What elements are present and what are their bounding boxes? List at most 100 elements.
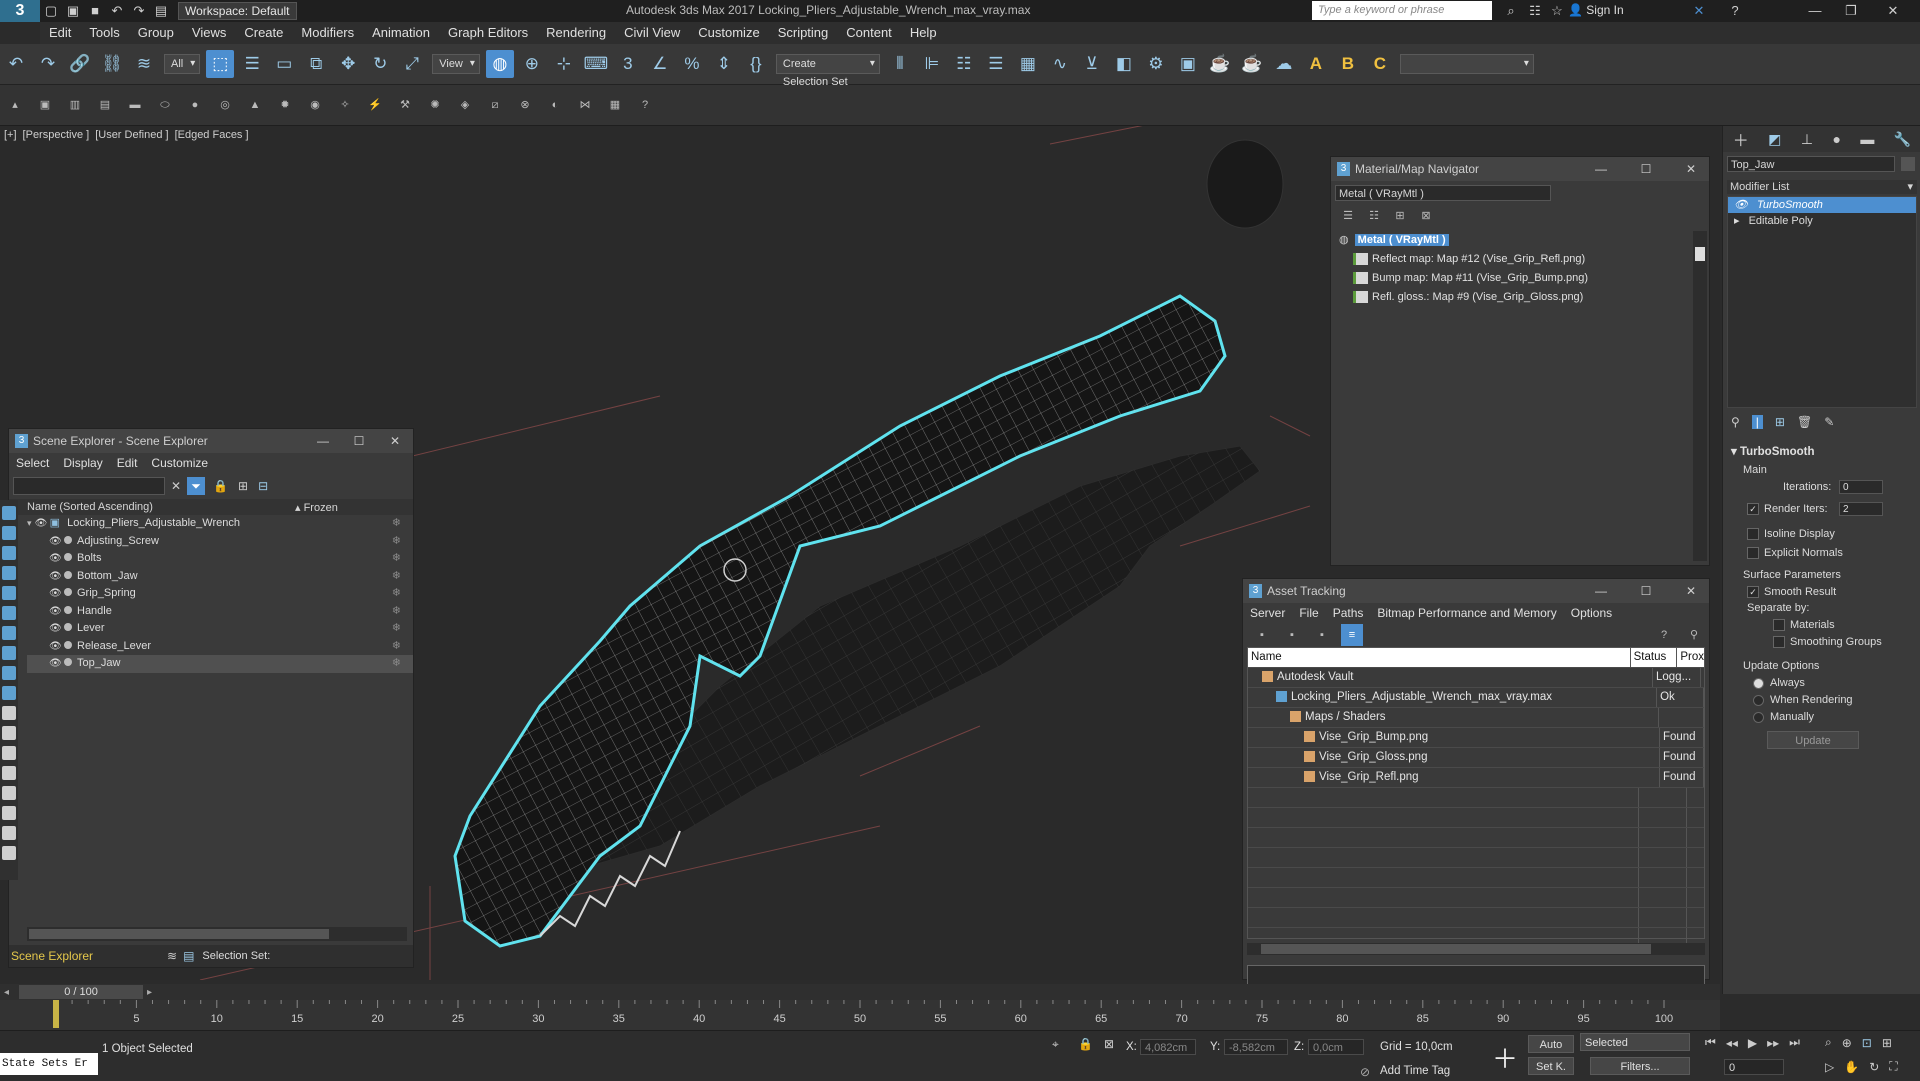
make-unique-icon[interactable]: ⊞ xyxy=(1775,415,1785,429)
asset-menu-bitmap-performance-and-memory[interactable]: Bitmap Performance and Memory xyxy=(1370,603,1563,623)
when-rendering-row[interactable]: When Rendering xyxy=(1753,694,1915,706)
zoom-extents-all-icon[interactable]: ⊞ xyxy=(1882,1036,1892,1050)
paths-icon[interactable]: ▪ xyxy=(1311,624,1333,646)
sphere-icon[interactable]: ● xyxy=(184,94,206,116)
place-icon[interactable]: ◍ xyxy=(485,50,514,78)
open-file-icon[interactable]: ▣ xyxy=(64,3,82,19)
layout-tab-icon[interactable] xyxy=(2,846,16,860)
asset-menu-options[interactable]: Options xyxy=(1564,603,1619,623)
explicit-normals-checkbox[interactable] xyxy=(1747,547,1759,560)
link-icon[interactable]: 🔗 xyxy=(66,50,94,78)
list-view-icon[interactable]: ≡ xyxy=(1341,624,1363,646)
freeze-icon[interactable]: ❄ xyxy=(392,603,401,620)
layout-tab-icon[interactable] xyxy=(2,786,16,800)
material-root-row[interactable]: ◍ Metal ( VRayMtl ) xyxy=(1339,231,1693,250)
menu-rendering[interactable]: Rendering xyxy=(537,22,615,44)
camera-icon[interactable]: ◉ xyxy=(304,94,326,116)
adjusting-screw-knob[interactable] xyxy=(1206,139,1284,229)
se-menu-customize[interactable]: Customize xyxy=(144,453,215,473)
freeze-icon[interactable]: ❄ xyxy=(392,620,401,637)
view-small-icons-icon[interactable]: ⊞ xyxy=(1389,205,1411,227)
prev-frame-icon[interactable]: ◂ xyxy=(4,987,9,998)
menu-content[interactable]: Content xyxy=(837,22,901,44)
set-key-button[interactable]: Set K. xyxy=(1528,1057,1574,1075)
visibility-eye-icon[interactable]: 👁 xyxy=(49,655,62,672)
menu-group[interactable]: Group xyxy=(129,22,183,44)
layout-tab-icon[interactable] xyxy=(2,806,16,820)
scene-explorer-toggle-icon[interactable]: ☷ xyxy=(950,50,978,78)
bind-spacewarp-icon[interactable]: ≋ xyxy=(130,50,158,78)
maximize-icon[interactable]: ☐ xyxy=(1628,579,1664,603)
layout-tab-icon[interactable] xyxy=(2,646,16,660)
close-icon[interactable]: ✕ xyxy=(377,429,413,453)
minimize-button[interactable]: — xyxy=(1800,2,1830,20)
layers-icon[interactable]: ≋ xyxy=(167,949,177,963)
curve-editor-icon[interactable]: ∿ xyxy=(1046,50,1074,78)
new-file-icon[interactable]: ▢ xyxy=(42,3,60,19)
freeze-icon[interactable]: ❄ xyxy=(392,515,401,532)
selection-set-icon[interactable]: ▤ xyxy=(183,949,194,963)
zoom-icon[interactable]: ⌕ xyxy=(1825,1035,1832,1050)
smooth-result-row[interactable]: ✓ Smooth Result xyxy=(1747,586,1915,599)
scene-item-row[interactable]: 👁 Top_Jaw ❄ xyxy=(27,655,413,673)
scrollbar-thumb[interactable] xyxy=(29,929,329,939)
save-file-icon[interactable]: ■ xyxy=(86,3,104,19)
manually-radio[interactable] xyxy=(1753,712,1764,724)
visibility-eye-icon[interactable]: 👁 xyxy=(49,568,62,585)
layout-tab-icon[interactable] xyxy=(2,686,16,700)
menu-edit[interactable]: Edit xyxy=(40,22,80,44)
asset-row[interactable]: Vise_Grip_Gloss.png Found xyxy=(1248,748,1704,768)
filter-icon[interactable]: ⏷ xyxy=(187,477,206,495)
file-icon[interactable]: ▪ xyxy=(1281,624,1303,646)
asset-menu-server[interactable]: Server xyxy=(1243,603,1292,623)
workspace-scene-dropdown[interactable] xyxy=(1399,54,1534,74)
redo-quick-icon[interactable]: ↷ xyxy=(130,3,148,19)
always-radio[interactable] xyxy=(1753,678,1764,690)
modifier-list-dropdown[interactable]: Modifier List ▾ xyxy=(1727,180,1917,194)
scene-item-row[interactable]: 👁 Adjusting_Screw ❄ xyxy=(27,533,413,551)
restore-button[interactable]: ❐ xyxy=(1836,2,1866,20)
track-bar[interactable]: 0510152025303540455055606570758085909510… xyxy=(0,1000,1720,1030)
header-status[interactable]: Status xyxy=(1631,648,1678,667)
update-button[interactable]: Update xyxy=(1767,731,1859,750)
se-menu-edit[interactable]: Edit xyxy=(110,453,145,473)
render-iters-spinner[interactable]: 2 xyxy=(1839,502,1883,516)
unlink-icon[interactable]: ⛓ xyxy=(98,50,126,78)
freeze-icon[interactable]: ❄ xyxy=(392,550,401,567)
window-crossing-icon[interactable]: ⧉ xyxy=(302,50,330,78)
y-coordinate-field[interactable]: -8,582cm xyxy=(1224,1039,1288,1055)
render-production-icon[interactable]: ☕ xyxy=(1206,50,1234,78)
object-name-field[interactable]: Top_Jaw xyxy=(1727,156,1895,172)
freeform-icon[interactable]: ▣ xyxy=(34,94,56,116)
layer-explorer-icon[interactable]: ☰ xyxy=(982,50,1010,78)
explorer-name-dropdown[interactable]: Scene Explorer xyxy=(11,949,161,963)
current-frame-field[interactable]: 0 xyxy=(1724,1059,1784,1075)
menu-graph-editors[interactable]: Graph Editors xyxy=(439,22,537,44)
ribbon-toggle-icon[interactable]: ▦ xyxy=(1014,50,1042,78)
time-tag-icon[interactable]: ⊘ xyxy=(1360,1065,1370,1079)
ref-coord-dropdown[interactable]: View xyxy=(432,54,480,74)
cone-icon[interactable]: ▲ xyxy=(244,94,266,116)
text-b-icon[interactable]: B xyxy=(1334,50,1362,78)
menu-tools[interactable]: Tools xyxy=(80,22,128,44)
minimize-icon[interactable]: — xyxy=(1583,157,1619,181)
se-menu-display[interactable]: Display xyxy=(56,453,109,473)
selection-filter-dropdown[interactable]: All xyxy=(164,54,201,74)
favorites-icon[interactable]: ☆ xyxy=(1548,3,1566,19)
menu-scripting[interactable]: Scripting xyxy=(769,22,838,44)
particle-icon[interactable]: ✺ xyxy=(424,94,446,116)
maximize-icon[interactable]: ☐ xyxy=(1628,157,1664,181)
visibility-eye-icon[interactable]: 👁 xyxy=(49,603,62,620)
go-to-end-icon[interactable]: ⏭ xyxy=(1789,1035,1800,1050)
app-logo[interactable]: 3 xyxy=(0,0,40,22)
sign-in-link[interactable]: 👤 Sign In xyxy=(1568,3,1624,17)
selection-lock-icon[interactable]: 🔒 xyxy=(1078,1037,1093,1051)
fov-icon[interactable]: ▷ xyxy=(1825,1060,1834,1074)
freeze-icon[interactable]: ❄ xyxy=(392,568,401,585)
menu-create[interactable]: Create xyxy=(235,22,292,44)
select-by-name-icon[interactable]: ☰ xyxy=(238,50,266,78)
scene-item-row[interactable]: 👁 Bolts ❄ xyxy=(27,550,413,568)
modify-tab-icon[interactable]: ◩ xyxy=(1768,131,1781,148)
layout-tab-icon[interactable] xyxy=(2,586,16,600)
minimize-icon[interactable]: — xyxy=(1583,579,1619,603)
